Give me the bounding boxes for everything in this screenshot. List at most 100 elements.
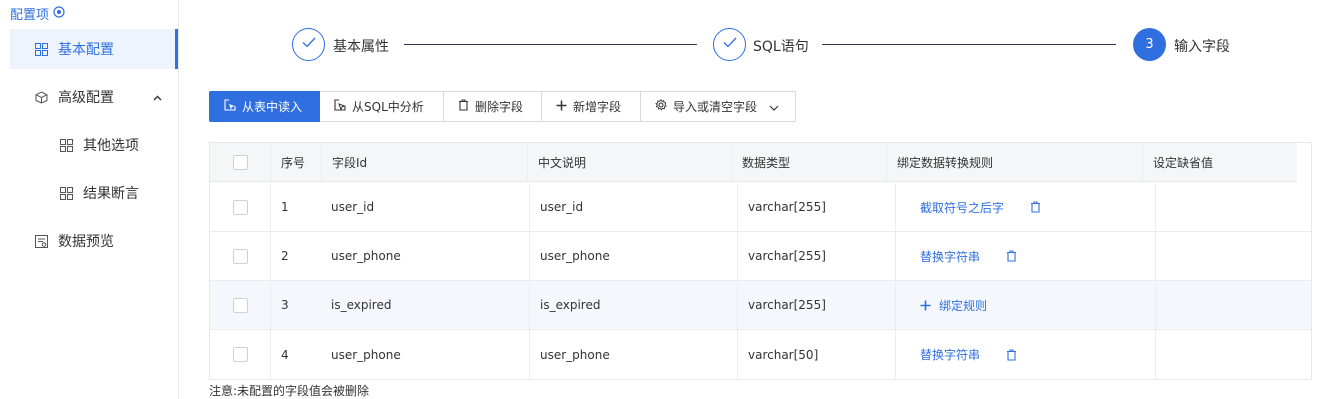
gear-icon bbox=[655, 99, 667, 114]
row-rule-cell: 截取符号之后字 bbox=[895, 183, 1155, 231]
row-type: varchar[255] bbox=[737, 183, 895, 231]
sidebar-item-other-options[interactable]: 其他选项 bbox=[10, 125, 178, 165]
sidebar-item-label: 结果断言 bbox=[83, 186, 139, 202]
row-default[interactable] bbox=[1155, 281, 1311, 329]
row-type: varchar[50] bbox=[737, 330, 895, 379]
row-no: 3 bbox=[270, 281, 328, 329]
row-default[interactable] bbox=[1155, 330, 1311, 379]
row-field-id: user_phone bbox=[331, 347, 401, 362]
import-clear-dropdown[interactable]: 导入或清空字段 bbox=[641, 91, 796, 122]
grid-icon bbox=[58, 185, 74, 201]
rule-link[interactable]: 替换字符串 bbox=[920, 248, 980, 265]
delete-field-button[interactable]: 删除字段 bbox=[444, 91, 542, 122]
row-type: varchar[255] bbox=[737, 232, 895, 280]
grid-icon bbox=[58, 137, 74, 153]
add-field-label: 新增字段 bbox=[573, 100, 622, 114]
header-field-id: 字段Id bbox=[321, 143, 527, 181]
trash-icon bbox=[458, 99, 469, 114]
row-checkbox[interactable] bbox=[232, 248, 248, 264]
sidebar-item-label: 其他选项 bbox=[83, 138, 139, 154]
row-select-cell bbox=[210, 281, 270, 329]
row-field-id: user_phone bbox=[331, 249, 401, 263]
sidebar: 配置项 基本配置 高级配置 其他选项 结果断言 数据预览 bbox=[0, 0, 179, 399]
toolbar: 从表中读入 从SQL中分析 删除字段 新增字段 导入或清空字段 bbox=[209, 91, 796, 122]
row-select-cell bbox=[210, 232, 270, 280]
chevron-up-icon[interactable] bbox=[153, 91, 162, 104]
step-connector bbox=[404, 44, 697, 45]
read-from-table-label: 从表中读入 bbox=[242, 100, 303, 114]
table-row[interactable]: 3 is_expired is_expired varchar[255] 绑定规… bbox=[210, 281, 1311, 330]
header-type: 数据类型 bbox=[731, 143, 886, 181]
sidebar-item-label: 高级配置 bbox=[58, 90, 114, 106]
sidebar-item-advanced-config[interactable]: 高级配置 bbox=[10, 77, 178, 117]
sidebar-item-label: 基本配置 bbox=[58, 42, 114, 58]
row-default[interactable] bbox=[1155, 183, 1311, 231]
import-clear-label: 导入或清空字段 bbox=[673, 100, 758, 114]
check-icon bbox=[302, 37, 316, 52]
check-icon bbox=[723, 37, 737, 52]
step-connector bbox=[822, 44, 1116, 45]
row-no: 2 bbox=[270, 232, 328, 280]
trash-icon[interactable] bbox=[1006, 250, 1017, 262]
chevron-down-icon bbox=[769, 100, 779, 114]
table-row[interactable]: 1 user_id user_id varchar[255] 截取符号之后字 bbox=[210, 183, 1311, 232]
plus-icon bbox=[920, 300, 931, 311]
table-header: 序号 字段Id 中文说明 数据类型 绑定数据转换规则 设定缺省值 bbox=[210, 143, 1297, 182]
row-checkbox[interactable] bbox=[232, 297, 248, 313]
row-desc: user_phone bbox=[529, 330, 737, 379]
read-from-table-button[interactable]: 从表中读入 bbox=[209, 91, 320, 122]
fields-table: 序号 字段Id 中文说明 数据类型 绑定数据转换规则 设定缺省值 1 user_… bbox=[209, 142, 1312, 380]
row-no: 1 bbox=[270, 183, 328, 231]
row-rule-cell: 绑定规则 bbox=[895, 281, 1155, 329]
select-all-cell bbox=[210, 143, 270, 181]
sidebar-title-label: 配置项 bbox=[10, 8, 50, 23]
row-desc: user_id bbox=[529, 183, 737, 231]
trash-icon[interactable] bbox=[1006, 348, 1017, 361]
select-icon bbox=[334, 99, 346, 114]
table-row[interactable]: 2 user_phone user_phone varchar[255] 替换字… bbox=[210, 232, 1311, 281]
sidebar-item-basic-config[interactable]: 基本配置 bbox=[10, 29, 178, 69]
sidebar-item-data-preview[interactable]: 数据预览 bbox=[10, 221, 178, 261]
row-type: varchar[255] bbox=[737, 281, 895, 329]
step-2-circle[interactable] bbox=[713, 28, 746, 61]
sidebar-item-result-assertion[interactable]: 结果断言 bbox=[10, 173, 178, 213]
row-rule-cell: 替换字符串 bbox=[895, 330, 1155, 379]
preview-icon bbox=[33, 233, 49, 249]
step-1-circle[interactable] bbox=[292, 28, 325, 61]
add-field-button[interactable]: 新增字段 bbox=[542, 91, 641, 122]
row-desc: is_expired bbox=[529, 281, 737, 329]
header-rule: 绑定数据转换规则 bbox=[886, 143, 1142, 181]
trash-icon[interactable] bbox=[1030, 201, 1041, 213]
rule-link[interactable]: 替换字符串 bbox=[920, 346, 980, 363]
row-rule-cell: 替换字符串 bbox=[895, 232, 1155, 280]
rule-link[interactable]: 截取符号之后字 bbox=[920, 199, 1004, 216]
step-3-circle[interactable]: 3 bbox=[1133, 28, 1166, 61]
sidebar-title: 配置项 bbox=[10, 4, 65, 23]
bind-rule-link[interactable]: 绑定规则 bbox=[939, 297, 987, 314]
warning-note: 注意:未配置的字段值会被删除 bbox=[209, 384, 370, 398]
plus-icon bbox=[556, 100, 567, 114]
header-no: 序号 bbox=[270, 143, 321, 181]
table-row[interactable]: 4 user_phone user_phone varchar[50] 替换字符… bbox=[210, 330, 1311, 379]
row-select-cell bbox=[210, 330, 270, 379]
target-icon bbox=[53, 5, 65, 22]
row-no: 4 bbox=[270, 330, 328, 379]
header-desc: 中文说明 bbox=[527, 143, 731, 181]
row-checkbox[interactable] bbox=[232, 199, 248, 215]
grid-icon bbox=[33, 41, 49, 57]
step-2-label: SQL语句 bbox=[753, 39, 809, 55]
analyze-sql-label: 从SQL中分析 bbox=[352, 100, 424, 114]
sidebar-item-label: 数据预览 bbox=[58, 234, 114, 250]
select-all-checkbox[interactable] bbox=[232, 154, 248, 170]
row-field-id: user_id bbox=[331, 200, 375, 214]
step-indicator: 基本属性 SQL语句 3 输入字段 bbox=[292, 28, 1292, 62]
row-default[interactable] bbox=[1155, 232, 1311, 280]
step-3-label: 输入字段 bbox=[1174, 39, 1230, 55]
row-checkbox[interactable] bbox=[232, 347, 248, 362]
cube-icon bbox=[33, 89, 49, 105]
page: 配置项 基本配置 高级配置 其他选项 结果断言 数据预览 基本属性 SQL语句 … bbox=[0, 0, 1319, 399]
header-default: 设定缺省值 bbox=[1142, 143, 1297, 181]
analyze-sql-button[interactable]: 从SQL中分析 bbox=[320, 91, 444, 122]
select-icon bbox=[224, 99, 236, 114]
step-1-label: 基本属性 bbox=[333, 39, 389, 55]
